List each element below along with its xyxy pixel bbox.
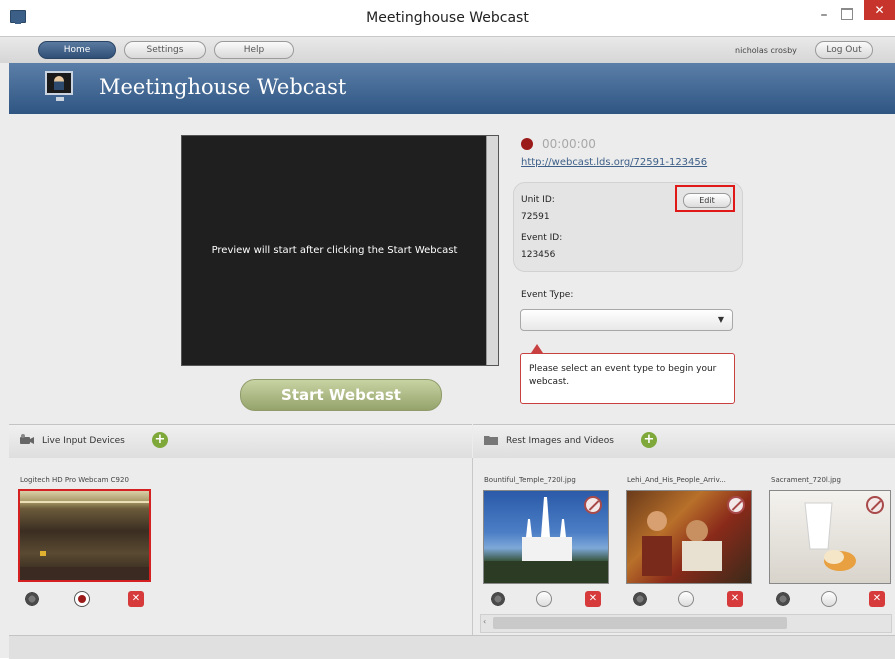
media-header: Rest Images and Videos + xyxy=(473,424,895,459)
media-scrollbar[interactable]: ‹ xyxy=(480,614,892,633)
chevron-left-icon[interactable]: ‹ xyxy=(483,617,486,626)
window-title: Meetinghouse Webcast xyxy=(366,10,529,26)
warning-text: Please select an event type to begin you… xyxy=(529,364,717,387)
title-bar: Meetinghouse Webcast – ✕ xyxy=(0,0,895,36)
username-label: nicholas crosby xyxy=(735,46,797,55)
logout-button[interactable]: Log Out xyxy=(815,41,873,59)
status-bar xyxy=(9,635,895,659)
media-select-radio[interactable] xyxy=(821,591,837,607)
tab-settings[interactable]: Settings xyxy=(124,41,206,59)
media-remove-button[interactable]: ✕ xyxy=(869,591,885,607)
mute-icon[interactable] xyxy=(866,496,884,514)
preview-scrollbar[interactable] xyxy=(486,136,498,365)
event-id-value: 123456 xyxy=(521,250,556,260)
event-type-warning: Please select an event type to begin you… xyxy=(520,353,735,404)
device-record-toggle[interactable] xyxy=(74,591,90,607)
device-remove-button[interactable]: ✕ xyxy=(128,591,144,607)
tab-home[interactable]: Home xyxy=(38,41,116,59)
device-name: Logitech HD Pro Webcam C920 xyxy=(20,476,129,484)
media-name-3: Sacrament_720l.jpg xyxy=(771,476,841,484)
event-type-select[interactable]: ▼ xyxy=(520,309,733,331)
device-settings-gear-icon[interactable] xyxy=(24,591,40,607)
media-select-radio[interactable] xyxy=(536,591,552,607)
media-remove-button[interactable]: ✕ xyxy=(727,591,743,607)
tab-help[interactable]: Help xyxy=(214,41,294,59)
media-name-1: Bountiful_Temple_720l.jpg xyxy=(484,476,576,484)
painting-thumbnail[interactable] xyxy=(626,490,752,584)
video-preview: Preview will start after clicking the St… xyxy=(181,135,499,366)
devices-title: Live Input Devices xyxy=(42,436,125,446)
mute-icon[interactable] xyxy=(727,496,745,514)
media-title: Rest Images and Videos xyxy=(506,436,614,446)
start-webcast-button[interactable]: Start Webcast xyxy=(240,379,442,411)
scrollbar-thumb[interactable] xyxy=(493,617,787,629)
app-window: Meetinghouse Webcast – ✕ Home Settings H… xyxy=(0,0,895,659)
mute-icon[interactable] xyxy=(584,496,602,514)
media-remove-button[interactable]: ✕ xyxy=(585,591,601,607)
elapsed-timer: 00:00:00 xyxy=(542,137,596,151)
unit-id-label: Unit ID: xyxy=(521,195,555,205)
header-banner: Meetinghouse Webcast xyxy=(9,63,895,114)
webcam-thumbnail[interactable] xyxy=(18,489,151,582)
edit-button[interactable]: Edit xyxy=(683,193,731,208)
maximize-button[interactable] xyxy=(841,8,853,20)
media-settings-gear-icon[interactable] xyxy=(632,591,648,607)
webcast-url-link[interactable]: http://webcast.lds.org/72591-123456 xyxy=(521,157,707,168)
media-settings-gear-icon[interactable] xyxy=(775,591,791,607)
minimize-button[interactable]: – xyxy=(815,6,833,24)
nav-bar: Home Settings Help nicholas crosby Log O… xyxy=(0,36,895,63)
add-device-button[interactable]: + xyxy=(152,432,168,448)
media-settings-gear-icon[interactable] xyxy=(490,591,506,607)
sacrament-thumbnail[interactable] xyxy=(769,490,891,584)
devices-header: Live Input Devices + xyxy=(9,424,472,459)
preview-message: Preview will start after clicking the St… xyxy=(211,245,458,256)
media-name-2: Lehi_And_His_People_Arriv... xyxy=(627,476,726,484)
unit-id-value: 72591 xyxy=(521,212,550,222)
camera-icon xyxy=(20,434,34,444)
chevron-down-icon: ▼ xyxy=(717,315,724,324)
page-title: Meetinghouse Webcast xyxy=(99,75,347,99)
event-type-label: Event Type: xyxy=(521,290,574,300)
event-id-label: Event ID: xyxy=(521,233,563,243)
temple-thumbnail[interactable] xyxy=(483,490,609,584)
warning-pointer xyxy=(531,344,543,353)
add-media-button[interactable]: + xyxy=(641,432,657,448)
media-select-radio[interactable] xyxy=(678,591,694,607)
presenter-monitor-icon xyxy=(45,71,73,101)
folder-icon xyxy=(484,436,498,445)
close-button[interactable]: ✕ xyxy=(864,0,895,20)
recording-indicator-icon xyxy=(521,138,533,150)
